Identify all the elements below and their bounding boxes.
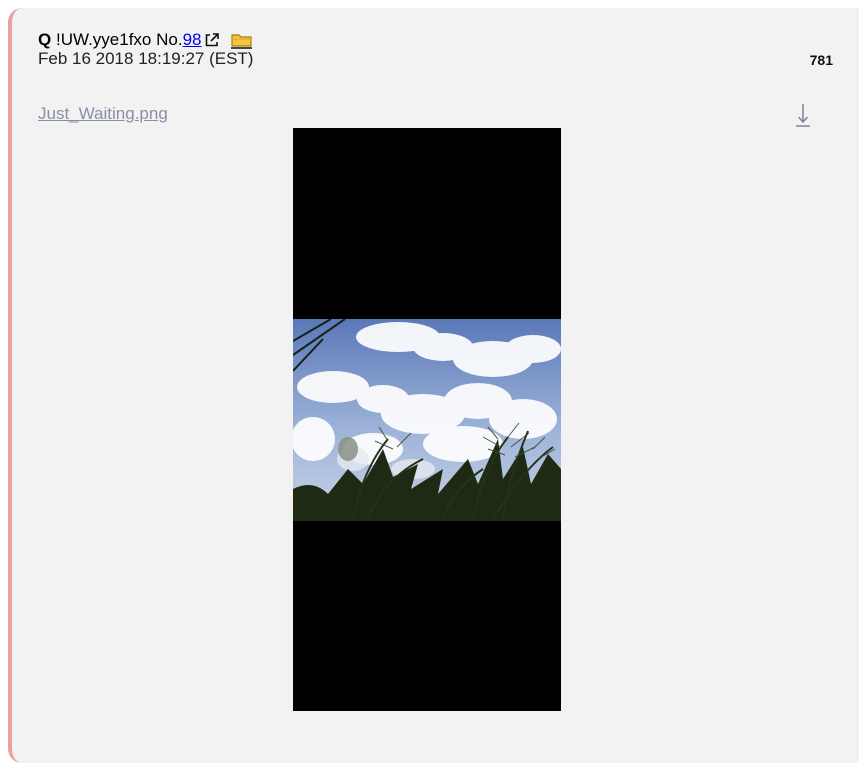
post-tripcode: !UW.yye1fxo [55, 30, 152, 49]
download-icon[interactable] [795, 102, 811, 133]
post-date: Feb 16 2018 18:19:27 (EST) [38, 49, 254, 68]
post-author: Q [38, 30, 52, 49]
file-name-link[interactable]: Just_Waiting.png [38, 104, 168, 124]
post-number-link[interactable]: 98 [183, 30, 202, 49]
post-number-prefix: No. [156, 30, 183, 49]
reply-count: 781 [809, 52, 833, 68]
sky-palm-photo [293, 319, 561, 521]
post-container: Q !UW.yye1fxo No.98 Feb 16 2018 18:19:27… [8, 8, 859, 763]
post-image[interactable] [293, 128, 561, 711]
